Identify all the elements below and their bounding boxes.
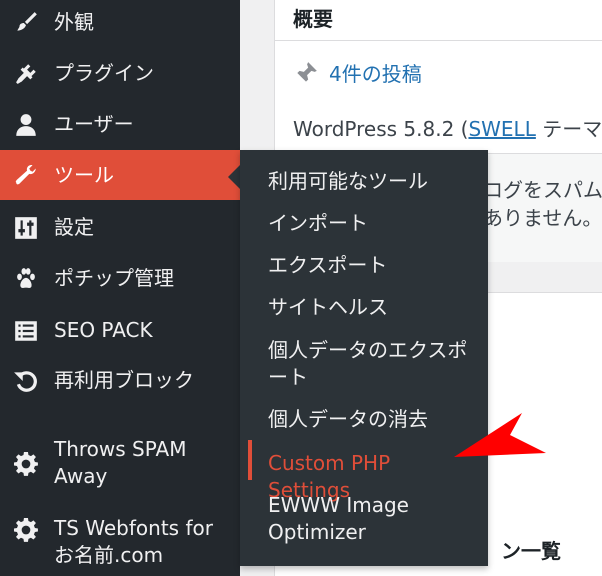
flyout-pointer bbox=[228, 165, 240, 189]
posts-count-link[interactable]: 4件の投稿 bbox=[293, 58, 422, 87]
sidebar-item-appearance[interactable]: 外観 bbox=[0, 5, 240, 41]
sidebar-item-label: 再利用ブロック bbox=[54, 368, 194, 392]
sidebar-item-label: プラグイン bbox=[54, 61, 154, 85]
submenu-item-erase-personal-data[interactable]: 個人データの消去 bbox=[268, 406, 468, 433]
paw-icon bbox=[12, 265, 40, 293]
spam-text-line: ありません。 bbox=[483, 206, 602, 230]
submenu-item-ewww-image-optimizer[interactable]: EWWW Image Optimizer bbox=[268, 492, 448, 546]
submenu-item-site-health[interactable]: サイトヘルス bbox=[268, 294, 468, 321]
sidebar-item-label: 外観 bbox=[54, 10, 94, 34]
submenu-item-import[interactable]: インポート bbox=[268, 210, 468, 237]
admin-sidebar: 外観 プラグイン ユーザー ツール 設定 ポチップ管理 SEO PACK 再利用… bbox=[0, 0, 240, 576]
gear-icon bbox=[12, 450, 40, 478]
divider bbox=[275, 40, 602, 41]
posts-count-label: 4件の投稿 bbox=[329, 62, 422, 86]
sidebar-item-settings[interactable]: 設定 bbox=[0, 210, 240, 246]
list-heading: ン一覧 bbox=[501, 539, 561, 563]
sidebar-item-label: 設定 bbox=[54, 215, 94, 239]
current-item-marker bbox=[248, 440, 252, 480]
panel-title: 概要 bbox=[293, 7, 333, 31]
wp-version-suffix: テーマ) bbox=[542, 117, 602, 141]
sidebar-item-reusable-blocks[interactable]: 再利用ブロック bbox=[0, 363, 240, 399]
sidebar-item-plugins[interactable]: プラグイン bbox=[0, 56, 240, 92]
sidebar-item-label: ユーザー bbox=[54, 112, 134, 136]
user-icon bbox=[12, 111, 40, 139]
settings-sliders-icon bbox=[12, 214, 40, 242]
sidebar-item-tools[interactable]: ツール bbox=[0, 150, 240, 200]
red-arrow-annotation bbox=[454, 413, 546, 457]
submenu-item-available-tools[interactable]: 利用可能なツール bbox=[268, 168, 468, 195]
sidebar-item-ts-webfonts[interactable]: TS Webfonts for お名前.com bbox=[0, 515, 240, 571]
sidebar-item-label: SEO PACK bbox=[54, 318, 153, 342]
wrench-icon bbox=[12, 161, 40, 189]
list-icon bbox=[12, 317, 40, 345]
wp-version-prefix: WordPress 5.8.2 ( bbox=[293, 117, 469, 141]
spam-text-line: ログをスパム bbox=[483, 178, 602, 202]
sidebar-item-label: Throws SPAM Away bbox=[54, 437, 187, 488]
submenu-item-export[interactable]: エクスポート bbox=[268, 252, 468, 279]
spam-status-text: ログをスパム ありません。 bbox=[483, 176, 602, 232]
sidebar-item-pochipp[interactable]: ポチップ管理 bbox=[0, 261, 240, 297]
sidebar-item-users[interactable]: ユーザー bbox=[0, 107, 240, 143]
wp-version-text: WordPress 5.8.2 (SWELL テーマ) bbox=[293, 113, 602, 142]
pushpin-icon bbox=[296, 61, 317, 83]
sidebar-item-label: ポチップ管理 bbox=[54, 266, 174, 290]
paintbrush-icon bbox=[12, 9, 40, 37]
plugin-icon bbox=[12, 60, 40, 88]
undo-icon bbox=[12, 367, 40, 395]
sidebar-item-seo-pack[interactable]: SEO PACK bbox=[0, 313, 240, 349]
sidebar-item-label: ツール bbox=[54, 163, 114, 187]
gear-icon bbox=[12, 516, 40, 544]
theme-link[interactable]: SWELL bbox=[468, 117, 535, 141]
tools-submenu: 利用可能なツール インポート エクスポート サイトヘルス 個人データのエクスポー… bbox=[240, 150, 488, 566]
sidebar-item-throws-spam-away[interactable]: Throws SPAM Away bbox=[0, 436, 240, 492]
sidebar-item-label: TS Webfonts for お名前.com bbox=[54, 516, 213, 567]
submenu-item-export-personal-data[interactable]: 個人データのエクスポート bbox=[268, 337, 474, 391]
